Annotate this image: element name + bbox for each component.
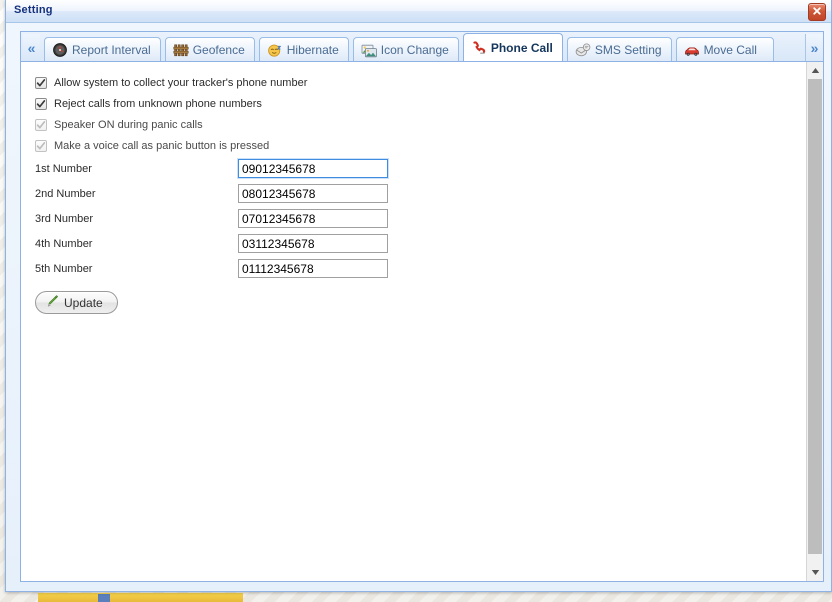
scroll-down-button[interactable] [807, 564, 823, 581]
fence-icon [173, 42, 189, 58]
tab-label: Move Call [703, 42, 757, 57]
pencil-icon [45, 294, 59, 311]
update-button-row: Update [35, 291, 806, 314]
car-icon [684, 42, 700, 58]
image-icon [361, 42, 377, 58]
field-label: 3rd Number [35, 212, 94, 225]
field-label: 5th Number [35, 262, 93, 275]
dialog-title: Setting [14, 4, 53, 16]
tab-scroll-right-icon: » [810, 39, 819, 56]
tab-label: Geofence [192, 42, 245, 57]
tab-label: Hibernate [286, 42, 339, 57]
scroll-up-button[interactable] [807, 62, 823, 79]
tab-phone-call[interactable]: Phone Call [462, 33, 563, 61]
vertical-scrollbar[interactable] [806, 62, 823, 581]
tab-label: Report Interval [72, 42, 151, 57]
tab-icon-change[interactable]: Icon Change [352, 37, 459, 61]
scrollbar-thumb[interactable] [808, 79, 822, 555]
checkbox-label: Reject calls from unknown phone numbers [54, 97, 262, 110]
field-row-1st-number: 1st Number [35, 156, 806, 181]
checkbox-speaker-on-panic [35, 118, 47, 131]
tab-panel: « Report Interval Geofence Hibernate Ico… [20, 31, 824, 582]
checkbox-row-voice-call-on-panic: Make a voice call as panic button is pre… [35, 135, 806, 156]
checkbox-label: Speaker ON during panic calls [54, 118, 203, 131]
checkbox-row-reject-unknown-calls: Reject calls from unknown phone numbers [35, 93, 806, 114]
tab-content-phone-call: Allow system to collect your tracker's p… [21, 62, 823, 581]
field-label: 1st Number [35, 162, 92, 175]
tab-geofence[interactable]: Geofence [164, 37, 255, 61]
input-3rd-number[interactable] [238, 209, 388, 228]
field-label: 4th Number [35, 237, 93, 250]
tab-sms-setting[interactable]: SMS Setting [566, 37, 672, 61]
input-1st-number[interactable] [238, 159, 388, 178]
close-icon[interactable] [808, 3, 826, 21]
tab-report-interval[interactable]: Report Interval [44, 37, 161, 61]
checkbox-label: Allow system to collect your tracker's p… [54, 76, 308, 89]
input-2nd-number[interactable] [238, 184, 388, 203]
field-row-3rd-number: 3rd Number [35, 206, 806, 231]
dialog-titlebar: Setting [6, 0, 831, 23]
sms-icon [575, 42, 591, 58]
tab-scroll-left-button[interactable]: « [23, 34, 40, 61]
tab-scroll-right-button[interactable]: » [805, 34, 823, 61]
phone-icon [471, 40, 487, 56]
setting-dialog: Setting « Report Interval Geofence Hiber… [5, 0, 832, 592]
checkbox-row-allow-collect-number: Allow system to collect your tracker's p… [35, 72, 806, 93]
input-5th-number[interactable] [238, 259, 388, 278]
tab-label: Icon Change [380, 42, 449, 57]
sleep-icon [267, 42, 283, 58]
field-row-4th-number: 4th Number [35, 231, 806, 256]
field-row-2nd-number: 2nd Number [35, 181, 806, 206]
clock-icon [52, 42, 68, 58]
scrollbar-track[interactable] [807, 79, 823, 564]
checkbox-label: Make a voice call as panic button is pre… [54, 139, 270, 152]
input-4th-number[interactable] [238, 234, 388, 253]
tab-move-call[interactable]: Move Call [675, 37, 774, 61]
tab-strip: « Report Interval Geofence Hibernate Ico… [21, 32, 823, 62]
update-button[interactable]: Update [35, 291, 118, 314]
backdrop-yellow-bar [38, 593, 243, 602]
field-row-5th-number: 5th Number [35, 256, 806, 281]
phone-call-form: Allow system to collect your tracker's p… [21, 62, 806, 581]
update-button-label: Update [64, 295, 103, 310]
field-label: 2nd Number [35, 187, 96, 200]
tab-hibernate[interactable]: Hibernate [258, 37, 349, 61]
checkbox-reject-unknown-calls[interactable] [35, 97, 47, 110]
tab-label: SMS Setting [594, 42, 662, 57]
tab-label: Phone Call [490, 40, 553, 55]
backdrop-blue-bar [98, 594, 110, 602]
checkbox-allow-collect-number[interactable] [35, 76, 47, 89]
checkbox-row-speaker-on-panic: Speaker ON during panic calls [35, 114, 806, 135]
dialog-body: « Report Interval Geofence Hibernate Ico… [6, 23, 831, 591]
checkbox-voice-call-on-panic [35, 139, 47, 152]
tab-scroll-left-icon: « [27, 39, 36, 56]
